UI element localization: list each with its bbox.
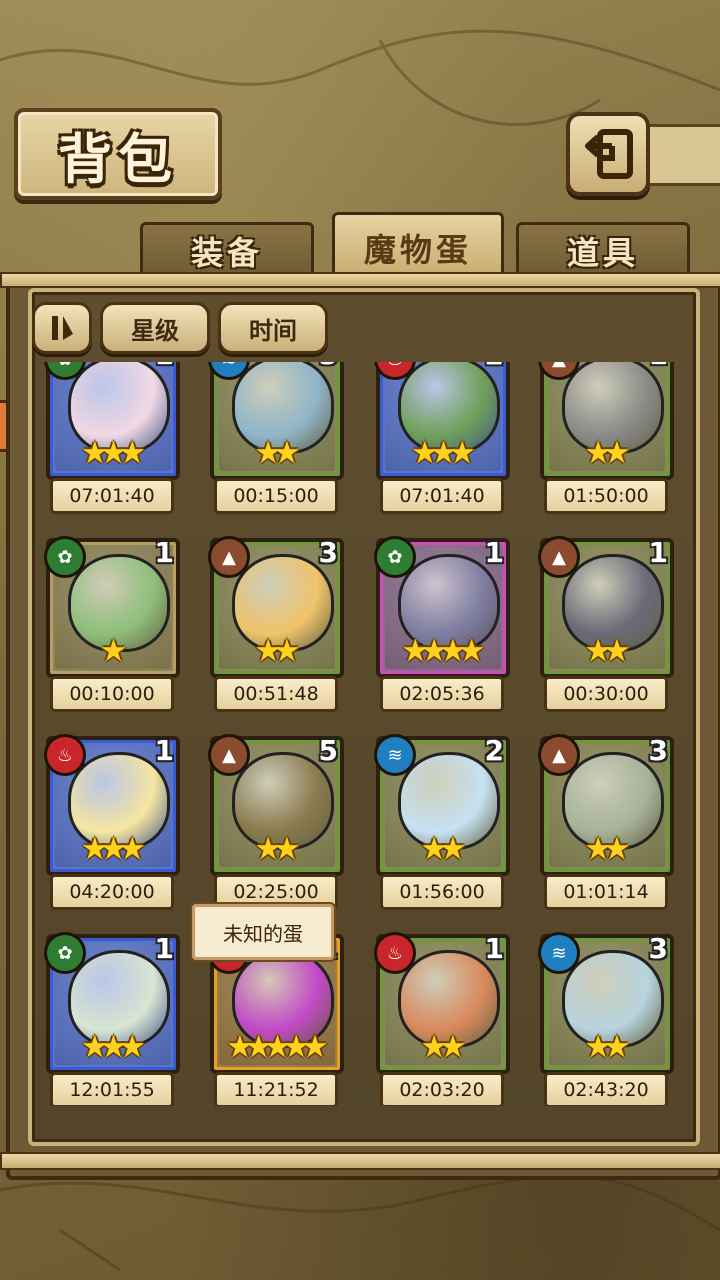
- hatch-timer: 01:56:00: [380, 874, 504, 910]
- star-rating: ★★: [420, 831, 467, 867]
- star-rating: ★★★: [80, 831, 146, 867]
- star-rating: ★★: [420, 1029, 467, 1065]
- star-rating: ★★★★: [401, 633, 485, 669]
- water-element-icon: ≋: [538, 932, 580, 974]
- egg-slot[interactable]: 1▲★★01:50:00: [534, 362, 680, 520]
- top-rail: [0, 272, 720, 288]
- hatch-timer: 00:51:48: [214, 676, 338, 712]
- title-plate: 背包: [14, 108, 222, 200]
- egg-slot[interactable]: 1 ✿ ★ 00:10:00: [40, 536, 190, 718]
- fire-element-icon: ♨: [44, 734, 86, 776]
- hatch-timer: 07:01:40: [380, 478, 504, 514]
- tab-bar: 装备 道具 魔物蛋: [12, 212, 708, 284]
- egg-count: 1: [154, 536, 174, 569]
- star-rating: ★★★★★: [226, 1029, 329, 1065]
- bottom-rail: [0, 1152, 720, 1170]
- egg-slot[interactable]: 3 ▲ ★★ 01:01:14: [534, 734, 680, 916]
- star-rating: ★★★: [410, 435, 476, 471]
- star-rating: ★★★: [80, 1029, 146, 1065]
- filter-star-button[interactable]: 星级: [100, 302, 210, 354]
- hatch-timer: 02:03:20: [380, 1072, 504, 1106]
- egg-count: 1: [648, 536, 668, 569]
- egg-slot[interactable]: 3 ≋ ★★ 02:43:20: [534, 932, 680, 1106]
- star-rating: ★★: [584, 435, 631, 471]
- star-rating: ★★: [584, 633, 631, 669]
- page-title: 背包: [58, 127, 178, 191]
- pause-bars-icon: [52, 316, 73, 340]
- egg-slot[interactable]: 1 ✿ ★★★ 12:01:55: [40, 932, 190, 1106]
- sort-toggle-button[interactable]: [32, 302, 92, 354]
- back-button[interactable]: [566, 112, 650, 196]
- hatch-timer: 11:21:52: [214, 1072, 338, 1106]
- tab-monster-eggs-label: 魔物蛋: [363, 231, 472, 269]
- earth-element-icon: ▲: [538, 734, 580, 776]
- egg-slot[interactable]: 2♨★★★07:01:40: [370, 362, 520, 520]
- hatch-timer: 00:15:00: [214, 478, 338, 514]
- egg-slot[interactable]: 3 ▲ ★★ 00:51:48: [204, 536, 354, 718]
- egg-grid: 1✿★★★07:01:405≋★★00:15:002♨★★★07:01:401▲…: [40, 362, 680, 1106]
- egg-count: 1: [484, 932, 504, 965]
- earth-element-icon: ▲: [208, 734, 250, 776]
- egg-slot[interactable]: 1✿★★★07:01:40: [40, 362, 190, 520]
- egg-count: 2: [484, 734, 504, 767]
- back-rail: [640, 124, 720, 186]
- egg-slot[interactable]: 1 ✿ ★★★★ 02:05:36: [370, 536, 520, 718]
- egg-count: 1: [484, 536, 504, 569]
- filter-star-label: 星级: [131, 316, 179, 345]
- hatch-timer: 01:01:14: [544, 874, 668, 910]
- egg-count: 5: [319, 362, 338, 371]
- egg-count: 1: [649, 362, 668, 371]
- filter-time-button[interactable]: 时间: [218, 302, 328, 354]
- tooltip: 未知的蛋: [192, 904, 334, 960]
- earth-element-icon: ▲: [208, 536, 250, 578]
- egg-slot[interactable]: 5≋★★00:15:00: [204, 362, 354, 520]
- back-arrow-icon: [585, 129, 633, 179]
- hatch-timer: 12:01:55: [50, 1072, 174, 1106]
- egg-slot[interactable]: 5 ▲ ★★ 02:25:00: [204, 734, 354, 916]
- tab-equipment-label: 装备: [190, 234, 263, 272]
- hatch-timer: 02:05:36: [380, 676, 504, 712]
- tab-items-label: 道具: [566, 234, 639, 272]
- fire-element-icon: ♨: [374, 932, 416, 974]
- egg-count: 3: [648, 734, 668, 767]
- hatch-timer: 00:30:00: [544, 676, 668, 712]
- egg-count: 5: [318, 734, 338, 767]
- egg-count: 3: [648, 932, 668, 965]
- nature-element-icon: ✿: [44, 932, 86, 974]
- star-rating: ★★: [584, 831, 631, 867]
- hatch-timer: 01:50:00: [544, 478, 668, 514]
- hatch-timer: 04:20:00: [50, 874, 174, 910]
- egg-slot[interactable]: 1 ♨ ★★★ 04:20:00: [40, 734, 190, 916]
- hatch-timer: 02:43:20: [544, 1072, 668, 1106]
- filter-time-label: 时间: [249, 316, 297, 345]
- egg-count: 3: [318, 536, 338, 569]
- hatch-timer: 00:10:00: [50, 676, 174, 712]
- water-element-icon: ≋: [374, 734, 416, 776]
- earth-element-icon: ▲: [538, 536, 580, 578]
- egg-count: 1: [154, 932, 174, 965]
- star-rating: ★★: [254, 831, 301, 867]
- egg-slot[interactable]: 1 ▲ ★★ 00:30:00: [534, 536, 680, 718]
- egg-count: 1: [155, 362, 174, 371]
- egg-slot[interactable]: 2 ≋ ★★ 01:56:00: [370, 734, 520, 916]
- nature-element-icon: ✿: [374, 536, 416, 578]
- star-rating: ★★: [254, 435, 301, 471]
- star-rating: ★★★: [80, 435, 146, 471]
- hatch-timer: 07:01:40: [50, 478, 174, 514]
- star-rating: ★★: [584, 1029, 631, 1065]
- egg-count: 2: [485, 362, 504, 371]
- star-rating: ★: [99, 633, 128, 669]
- nature-element-icon: ✿: [44, 536, 86, 578]
- egg-slot[interactable]: 1 ♨ ★★ 02:03:20: [370, 932, 520, 1106]
- star-rating: ★★: [254, 633, 301, 669]
- egg-count: 1: [154, 734, 174, 767]
- tooltip-text: 未知的蛋: [223, 921, 303, 946]
